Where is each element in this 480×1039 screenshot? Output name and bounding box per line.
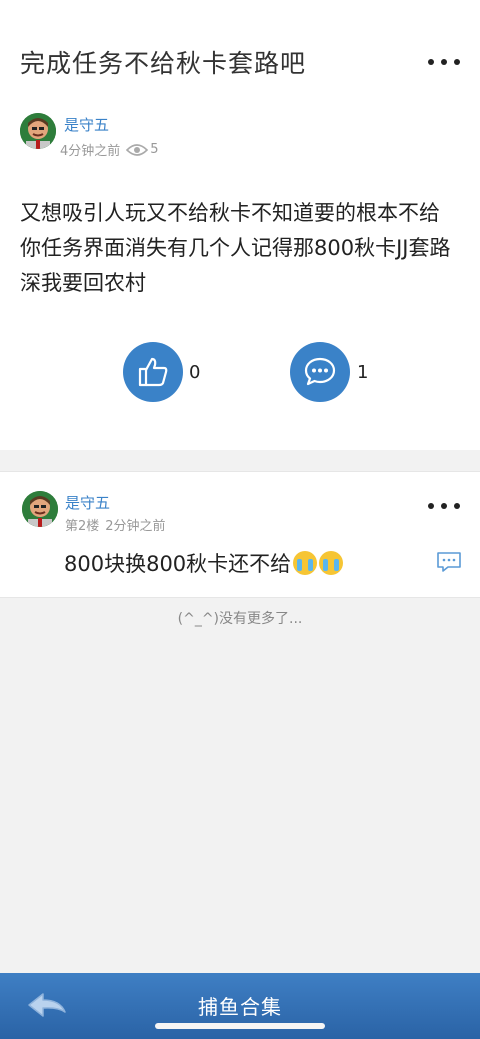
- comment-icon: [304, 357, 336, 386]
- more-icon-dot: [428, 59, 434, 65]
- reply-floor: 第2楼: [65, 519, 100, 534]
- crying-emoji-icon: [319, 551, 344, 575]
- more-options-button[interactable]: [424, 52, 464, 72]
- more-icon-dot: [428, 503, 434, 509]
- reply-meta: 第2楼 2分钟之前: [65, 515, 166, 534]
- avatar-image: [22, 491, 58, 527]
- more-icon-dot: [441, 59, 447, 65]
- crying-emoji-icon: [293, 551, 318, 575]
- eye-icon: [126, 143, 149, 156]
- reply-time: 2分钟之前: [105, 519, 166, 534]
- reply-author-avatar[interactable]: [22, 491, 58, 527]
- comment-button[interactable]: [290, 342, 350, 402]
- reply-icon[interactable]: [436, 551, 462, 573]
- reply-content: 800块换800秋卡还不给: [64, 548, 344, 578]
- bottom-bar-title: 捕鱼合集: [198, 995, 282, 1019]
- author-avatar[interactable]: [20, 113, 56, 149]
- reply-item: 是守五 第2楼 2分钟之前 800块换800秋卡还不给: [0, 471, 480, 598]
- like-count: 0: [189, 362, 201, 383]
- like-button[interactable]: [123, 342, 183, 402]
- post-card: 完成任务不给秋卡套路吧 是守五 4分钟之前 5 又想吸引人玩又不给秋卡不知道要的…: [0, 0, 480, 450]
- more-icon-dot: [454, 59, 460, 65]
- avatar-image: [20, 113, 56, 149]
- view-count: 5: [150, 142, 159, 157]
- post-body: 又想吸引人玩又不给秋卡不知道要的根本不给你任务界面消失有几个人记得那800秋卡J…: [20, 201, 451, 295]
- reply-more-options-button[interactable]: [424, 496, 464, 516]
- home-indicator[interactable]: [155, 1023, 325, 1029]
- more-icon-dot: [441, 503, 447, 509]
- no-more-text: (^_^)没有更多了...: [177, 611, 303, 627]
- bottom-nav-bar: 捕鱼合集: [0, 973, 480, 1039]
- reply-text: 800块换800秋卡还不给: [64, 552, 292, 576]
- more-icon-dot: [454, 503, 460, 509]
- comment-count: 1: [357, 362, 369, 383]
- post-time: 4分钟之前: [60, 144, 121, 159]
- author-name[interactable]: 是守五: [64, 114, 109, 135]
- reply-author-name[interactable]: 是守五: [65, 492, 110, 513]
- thumbs-up-icon: [138, 357, 168, 387]
- post-title: 完成任务不给秋卡套路吧: [20, 49, 307, 78]
- post-meta: 4分钟之前 5: [60, 140, 159, 159]
